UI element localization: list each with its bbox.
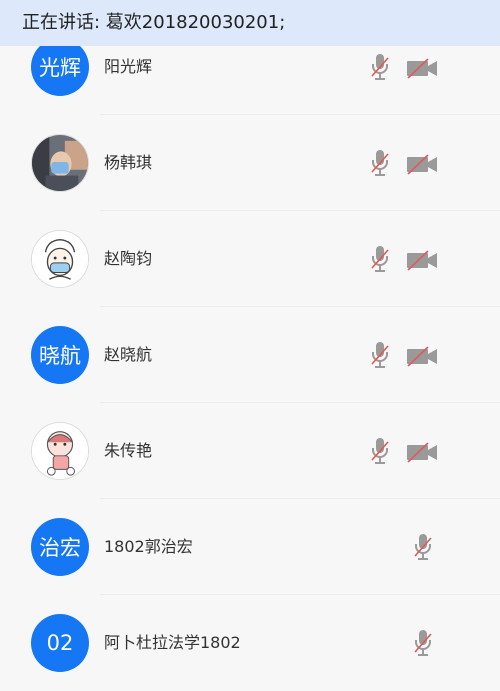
avatar: 晓航 [31, 326, 89, 384]
avatar [31, 422, 89, 480]
participant-row[interactable]: 赵陶钧 [0, 211, 500, 307]
avatar: 治宏 [31, 518, 89, 576]
participant-name: 赵晓航 [104, 345, 153, 364]
avatar: 02 [31, 614, 89, 672]
participant-name: 杨韩琪 [104, 153, 153, 172]
avatar: 光辉 [31, 38, 89, 96]
speaking-banner: 正在讲话: 葛欢201820030201; [0, 0, 500, 46]
camera-off-icon[interactable] [406, 56, 438, 80]
camera-off-icon[interactable] [406, 440, 438, 464]
participant-row[interactable]: 朱传艳 [0, 403, 500, 499]
mic-muted-icon[interactable] [412, 532, 434, 562]
mic-muted-icon[interactable] [369, 244, 391, 274]
mic-muted-icon[interactable] [369, 148, 391, 178]
mic-muted-icon[interactable] [369, 340, 391, 370]
camera-off-icon[interactable] [406, 248, 438, 272]
participant-name: 阿卜杜拉法学1802 [104, 633, 241, 652]
cartoon-avatar-icon [32, 231, 88, 287]
cartoon-avatar-icon [32, 423, 88, 479]
participant-row[interactable]: 02 阿卜杜拉法学1802 [0, 595, 500, 691]
participant-row[interactable]: 杨韩琪 [0, 115, 500, 211]
camera-off-icon[interactable] [406, 152, 438, 176]
participant-row[interactable]: 治宏 1802郭治宏 [0, 499, 500, 595]
participant-list: 光辉 阳光辉 杨韩琪 赵陶钧 晓航 赵晓航 朱传艳 治宏 1802郭治宏 02 … [0, 19, 500, 691]
camera-off-icon[interactable] [406, 344, 438, 368]
avatar [31, 134, 89, 192]
participant-name: 赵陶钧 [104, 249, 153, 268]
mic-muted-icon[interactable] [369, 52, 391, 82]
avatar [31, 230, 89, 288]
mic-muted-icon[interactable] [369, 436, 391, 466]
mic-muted-icon[interactable] [412, 628, 434, 658]
photo-avatar-icon [32, 135, 88, 191]
participant-name: 朱传艳 [104, 441, 153, 460]
participant-name: 1802郭治宏 [104, 537, 193, 556]
participant-row[interactable]: 晓航 赵晓航 [0, 307, 500, 403]
